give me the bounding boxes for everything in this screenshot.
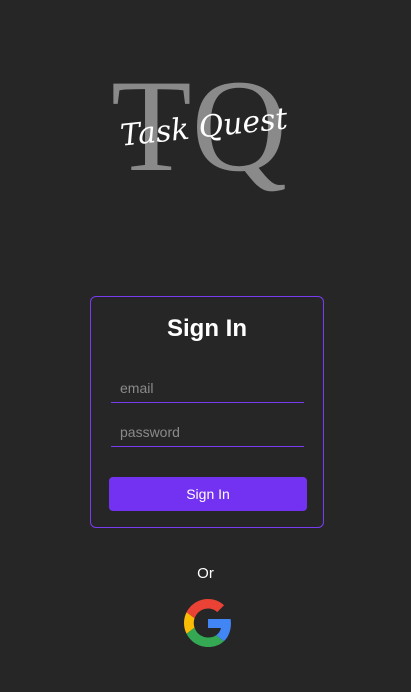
email-input[interactable] (111, 373, 304, 403)
signin-button[interactable]: Sign In (109, 477, 307, 511)
google-icon (184, 599, 231, 647)
google-signin-button[interactable] (184, 599, 232, 647)
task-quest-logo: TQ Task Quest (111, 58, 290, 199)
signin-card: Sign In Sign In (90, 296, 324, 528)
password-input[interactable] (111, 417, 304, 447)
or-divider-text: Or (197, 565, 214, 582)
signin-title: Sign In (167, 315, 247, 342)
